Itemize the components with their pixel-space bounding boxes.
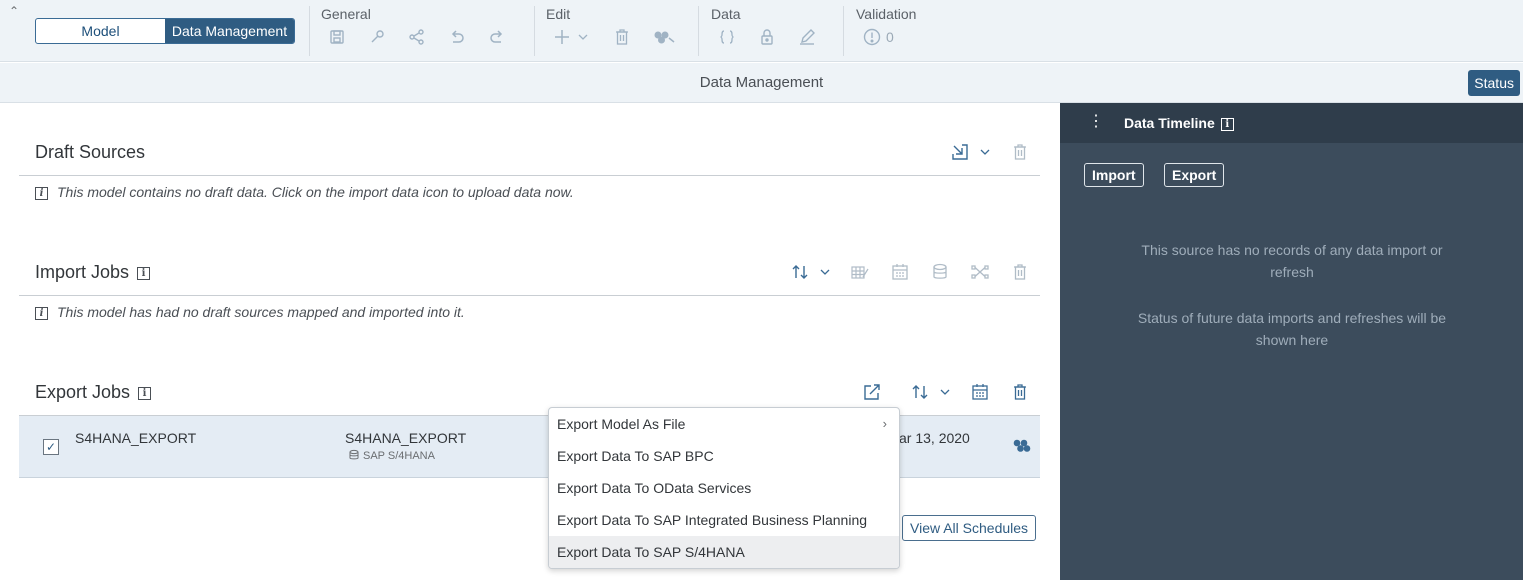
draft-sources-note: i This model contains no draft data. Clic… bbox=[35, 184, 574, 200]
export-jobs-title: Export Jobs i bbox=[35, 382, 152, 403]
sort-icon[interactable] bbox=[790, 262, 810, 282]
draft-sources-title: Draft Sources bbox=[35, 142, 145, 163]
chevron-down-icon[interactable] bbox=[818, 262, 832, 282]
alert-icon[interactable] bbox=[862, 27, 882, 47]
data-timeline-header: ⋮ Data Timeline i bbox=[1060, 103, 1523, 143]
toolbar-divider bbox=[534, 6, 535, 56]
status-button[interactable]: Status bbox=[1468, 70, 1520, 96]
draft-sources-note-text: This model contains no draft data. Click… bbox=[57, 184, 574, 200]
menu-item-export-s4hana[interactable]: Export Data To SAP S/4HANA bbox=[549, 536, 899, 568]
calendar-icon[interactable] bbox=[890, 262, 910, 282]
chevron-down-icon[interactable] bbox=[938, 382, 952, 402]
row-checkbox[interactable]: ✓ bbox=[43, 439, 59, 455]
menu-item-export-model-file[interactable]: Export Model As File › bbox=[549, 408, 899, 440]
lock-icon[interactable] bbox=[757, 27, 777, 47]
export-menu: Export Model As File › Export Data To SAP… bbox=[548, 407, 900, 569]
menu-item-label: Export Data To SAP Integrated Business P… bbox=[557, 512, 868, 528]
info-icon[interactable]: i bbox=[1220, 117, 1234, 131]
menu-item-export-bpc[interactable]: Export Data To SAP BPC bbox=[549, 440, 899, 472]
table-edit-icon[interactable] bbox=[850, 262, 870, 282]
menu-item-label: Export Data To OData Services bbox=[557, 480, 752, 496]
delete-icon[interactable] bbox=[1010, 382, 1030, 402]
toolbar-divider bbox=[309, 6, 310, 56]
view-switch: Model Data Management bbox=[35, 18, 295, 44]
menu-item-label: Export Model As File bbox=[557, 416, 686, 432]
section-divider bbox=[19, 295, 1040, 296]
general-group-label: General bbox=[321, 6, 371, 22]
job-name: S4HANA_EXPORT bbox=[75, 430, 197, 446]
data-group-label: Data bbox=[711, 6, 741, 22]
job-target-type: SAP S/4HANA bbox=[348, 449, 435, 464]
menu-item-export-ibp[interactable]: Export Data To SAP Integrated Business P… bbox=[549, 504, 899, 536]
timeline-future-message: Status of future data imports and refres… bbox=[1137, 310, 1447, 348]
chevron-down-icon[interactable] bbox=[978, 142, 992, 162]
view-all-schedules-button[interactable]: View All Schedules bbox=[902, 515, 1037, 541]
chevron-down-icon[interactable] bbox=[576, 27, 590, 47]
main-panel: Draft Sources i This model contains no dr… bbox=[0, 104, 1060, 580]
share-icon[interactable] bbox=[407, 27, 427, 47]
hierarchy-icon[interactable] bbox=[652, 27, 676, 47]
job-date: ar 13, 2020 bbox=[899, 430, 970, 446]
draft-sources-title-text: Draft Sources bbox=[35, 142, 146, 162]
import-jobs-note: i This model has had no draft sources map… bbox=[35, 304, 465, 320]
edit-icon[interactable] bbox=[797, 27, 817, 47]
save-icon[interactable] bbox=[327, 27, 347, 47]
section-divider bbox=[19, 175, 1040, 176]
import-jobs-title-text: Import Jobs bbox=[35, 262, 130, 282]
add-icon[interactable] bbox=[552, 27, 572, 47]
menu-item-export-odata[interactable]: Export Data To OData Services bbox=[549, 472, 899, 504]
toolbar-divider bbox=[843, 6, 844, 56]
chevron-right-icon: › bbox=[882, 416, 887, 431]
page-header: Data Management Status bbox=[0, 63, 1523, 103]
menu-item-label: Export Data To SAP BPC bbox=[557, 448, 714, 464]
menu-item-label: Export Data To SAP S/4HANA bbox=[557, 544, 745, 560]
formula-icon[interactable] bbox=[717, 27, 737, 47]
export-icon[interactable] bbox=[862, 382, 882, 402]
toolbar: ⌃ Model Data Management General Edit Dat… bbox=[0, 0, 1523, 62]
hierarchy-icon[interactable] bbox=[1011, 436, 1033, 456]
info-icon[interactable]: i bbox=[138, 386, 152, 400]
sort-icon[interactable] bbox=[910, 382, 930, 402]
import-jobs-title: Import Jobs i bbox=[35, 262, 151, 283]
validation-count: 0 bbox=[886, 29, 894, 45]
data-timeline-title: Data Timeline i bbox=[1124, 115, 1234, 131]
model-tab[interactable]: Model bbox=[36, 19, 165, 43]
data-timeline-panel: ⋮ Data Timeline i Import Export This sour… bbox=[1060, 103, 1523, 580]
validation-group-label: Validation bbox=[856, 6, 917, 22]
info-icon: i bbox=[35, 306, 48, 320]
undo-icon[interactable] bbox=[447, 27, 467, 47]
timeline-empty-message: This source has no records of any data i… bbox=[1141, 242, 1443, 280]
export-jobs-title-text: Export Jobs bbox=[35, 382, 131, 402]
toolbar-divider bbox=[698, 6, 699, 56]
job-target: S4HANA_EXPORT bbox=[345, 430, 467, 446]
job-target-type-text: SAP S/4HANA bbox=[363, 450, 435, 462]
data-timeline-title-text: Data Timeline bbox=[1124, 115, 1215, 131]
delete-icon[interactable] bbox=[1010, 262, 1030, 282]
redo-icon[interactable] bbox=[487, 27, 507, 47]
import-filter-button[interactable]: Import bbox=[1084, 163, 1144, 187]
database-icon[interactable] bbox=[930, 262, 950, 282]
edit-group-label: Edit bbox=[546, 6, 571, 22]
collapse-toolbar-icon[interactable]: ⌃ bbox=[9, 5, 21, 17]
database-icon bbox=[348, 449, 360, 464]
page-title: Data Management bbox=[699, 74, 824, 91]
import-data-icon[interactable] bbox=[950, 142, 970, 162]
export-filter-button[interactable]: Export bbox=[1164, 163, 1225, 187]
more-options-icon[interactable]: ⋮ bbox=[1088, 113, 1104, 131]
delete-icon[interactable] bbox=[612, 27, 632, 47]
import-jobs-note-text: This model has had no draft sources mapp… bbox=[57, 304, 465, 320]
mapping-icon[interactable] bbox=[970, 262, 990, 282]
info-icon[interactable]: i bbox=[137, 266, 151, 280]
calendar-icon[interactable] bbox=[970, 382, 990, 402]
delete-icon[interactable] bbox=[1010, 142, 1030, 162]
info-icon: i bbox=[35, 186, 48, 200]
wrench-icon[interactable] bbox=[367, 27, 387, 47]
data-management-tab[interactable]: Data Management bbox=[165, 19, 294, 43]
